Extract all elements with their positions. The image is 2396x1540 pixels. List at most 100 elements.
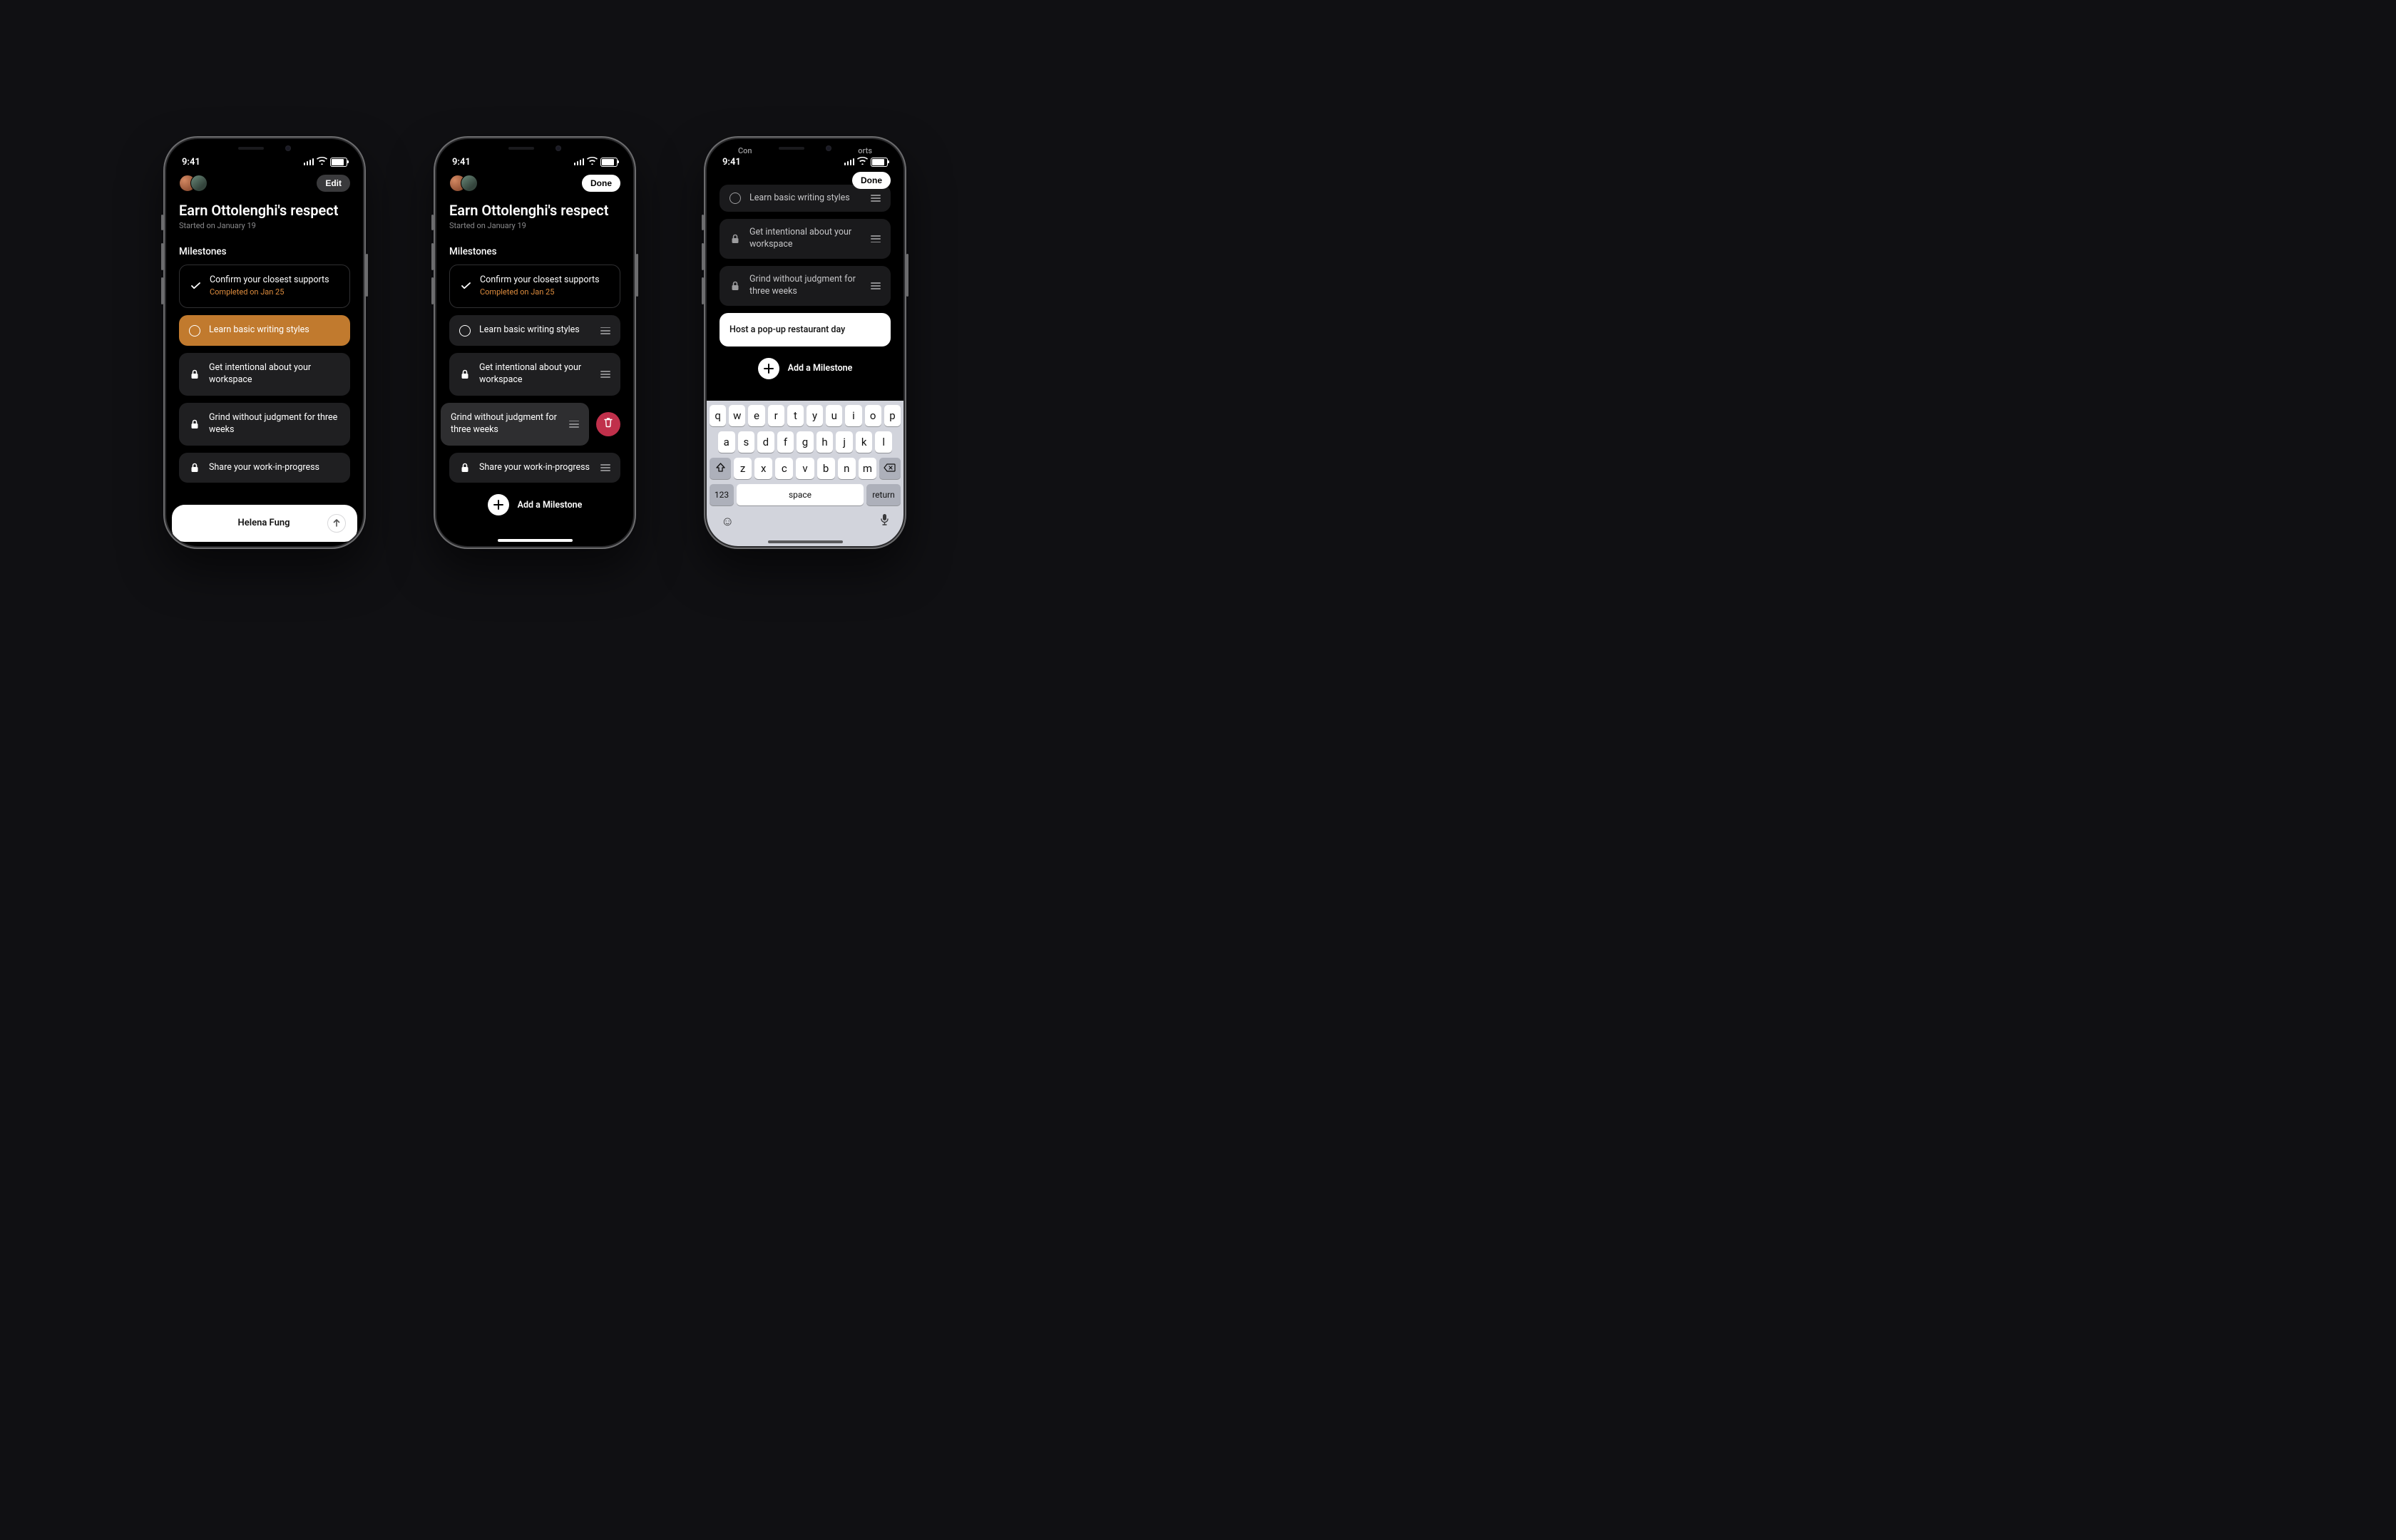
- key-a[interactable]: a: [718, 431, 735, 453]
- milestone-row-completed[interactable]: Confirm your closest supports Completed …: [179, 265, 350, 309]
- milestone-title: Learn basic writing styles: [749, 192, 862, 205]
- status-time: 9:41: [452, 157, 471, 168]
- new-milestone-text: Host a pop-up restaurant day: [729, 324, 845, 335]
- done-button[interactable]: Done: [852, 172, 891, 189]
- drag-handle-icon[interactable]: [871, 282, 881, 289]
- phone-mockup-3: Con orts 9:41 Done Learn basic writing s…: [704, 136, 906, 549]
- emoji-key-icon[interactable]: ☺: [721, 514, 734, 529]
- milestone-row-editable[interactable]: Get intentional about your workspace: [720, 219, 891, 259]
- dictation-key-icon[interactable]: [880, 513, 889, 530]
- add-milestone-button[interactable]: Add a Milestone: [720, 358, 891, 379]
- key-g[interactable]: g: [797, 431, 814, 453]
- done-button[interactable]: Done: [582, 175, 620, 192]
- key-u[interactable]: u: [826, 405, 842, 426]
- drag-handle-icon[interactable]: [600, 464, 610, 471]
- drag-handle-icon[interactable]: [871, 195, 881, 202]
- milestone-row-swiped[interactable]: Grind without judgment for three weeks: [441, 403, 620, 446]
- milestone-row-editable[interactable]: Grind without judgment for three weeks: [720, 266, 891, 306]
- key-h[interactable]: h: [816, 431, 834, 453]
- drag-handle-icon[interactable]: [569, 421, 579, 428]
- notch: [762, 139, 848, 158]
- key-z[interactable]: z: [734, 458, 752, 479]
- wifi-icon: [587, 157, 598, 168]
- key-space[interactable]: space: [737, 484, 864, 505]
- add-milestone-button[interactable]: Add a Milestone: [449, 494, 620, 515]
- key-n[interactable]: n: [838, 458, 856, 479]
- battery-icon: [871, 158, 888, 167]
- milestone-title: Share your work-in-progress: [479, 462, 592, 474]
- home-indicator[interactable]: [498, 539, 573, 542]
- milestone-row-editable[interactable]: Get intentional about your workspace: [449, 353, 620, 396]
- lock-icon: [459, 369, 471, 380]
- drag-handle-icon[interactable]: [871, 235, 881, 242]
- goal-start-date: Started on January 19: [179, 221, 350, 230]
- edit-button[interactable]: Edit: [317, 175, 350, 192]
- key-c[interactable]: c: [775, 458, 793, 479]
- drag-handle-icon[interactable]: [600, 371, 610, 378]
- delete-button[interactable]: [596, 412, 620, 436]
- key-v[interactable]: v: [796, 458, 814, 479]
- key-backspace[interactable]: [879, 458, 901, 479]
- arrow-up-icon[interactable]: [327, 514, 346, 533]
- key-b[interactable]: b: [817, 458, 835, 479]
- milestone-row-editable[interactable]: Learn basic writing styles: [449, 315, 620, 346]
- key-return[interactable]: return: [866, 484, 901, 505]
- key-q[interactable]: q: [710, 405, 726, 426]
- new-milestone-input[interactable]: Host a pop-up restaurant day: [720, 313, 891, 346]
- key-r[interactable]: r: [768, 405, 784, 426]
- milestones-heading: Milestones: [449, 246, 620, 257]
- avatar: [461, 175, 478, 192]
- milestone-title: Get intentional about your workspace: [479, 362, 592, 386]
- bottom-sheet-handle[interactable]: Helena Fung: [172, 505, 357, 542]
- lock-icon: [459, 462, 471, 473]
- drag-handle-icon[interactable]: [600, 327, 610, 334]
- milestone-title: Grind without judgment for three weeks: [209, 412, 340, 436]
- wifi-icon: [317, 157, 327, 168]
- key-s[interactable]: s: [738, 431, 755, 453]
- key-t[interactable]: t: [787, 405, 804, 426]
- participant-avatars[interactable]: [179, 175, 208, 192]
- key-123[interactable]: 123: [710, 484, 734, 505]
- key-o[interactable]: o: [865, 405, 881, 426]
- add-milestone-label: Add a Milestone: [518, 500, 583, 510]
- key-j[interactable]: j: [836, 431, 853, 453]
- ios-keyboard: q w e r t y u i o p a s d f g h j k l: [707, 401, 903, 546]
- plus-icon: [488, 494, 509, 515]
- key-e[interactable]: e: [748, 405, 764, 426]
- milestone-title: Get intentional about your workspace: [749, 227, 862, 251]
- milestone-row-editable[interactable]: Share your work-in-progress: [449, 453, 620, 483]
- milestone-row-completed[interactable]: Confirm your closest supports Completed …: [449, 265, 620, 309]
- keyboard-row-4: 123 space return: [710, 484, 901, 505]
- battery-icon: [330, 158, 347, 167]
- add-milestone-label: Add a Milestone: [788, 363, 853, 374]
- key-p[interactable]: p: [884, 405, 901, 426]
- key-m[interactable]: m: [859, 458, 876, 479]
- check-icon: [190, 280, 201, 292]
- key-i[interactable]: i: [845, 405, 861, 426]
- key-d[interactable]: d: [757, 431, 774, 453]
- cellular-icon: [574, 158, 585, 165]
- backspace-icon: [884, 462, 896, 475]
- key-w[interactable]: w: [729, 405, 745, 426]
- lock-icon: [189, 462, 200, 473]
- key-shift[interactable]: [710, 458, 731, 479]
- participant-avatars[interactable]: [449, 175, 478, 192]
- milestone-row-locked[interactable]: Share your work-in-progress: [179, 453, 350, 483]
- key-k[interactable]: k: [856, 431, 873, 453]
- home-indicator[interactable]: [768, 540, 843, 543]
- lock-icon: [189, 369, 200, 380]
- keyboard-row-3: z x c v b n m: [710, 458, 901, 479]
- key-x[interactable]: x: [754, 458, 772, 479]
- status-time: 9:41: [182, 157, 200, 168]
- avatar: [190, 175, 208, 192]
- lock-icon: [729, 233, 741, 245]
- key-f[interactable]: f: [777, 431, 794, 453]
- key-y[interactable]: y: [807, 405, 823, 426]
- keyboard-row-2: a s d f g h j k l: [710, 431, 901, 453]
- milestone-row-current[interactable]: Learn basic writing styles: [179, 315, 350, 346]
- cellular-icon: [304, 158, 314, 165]
- milestone-row-locked[interactable]: Get intentional about your workspace: [179, 353, 350, 396]
- milestone-row-locked[interactable]: Grind without judgment for three weeks: [179, 403, 350, 446]
- plus-icon: [758, 358, 779, 379]
- key-l[interactable]: l: [875, 431, 892, 453]
